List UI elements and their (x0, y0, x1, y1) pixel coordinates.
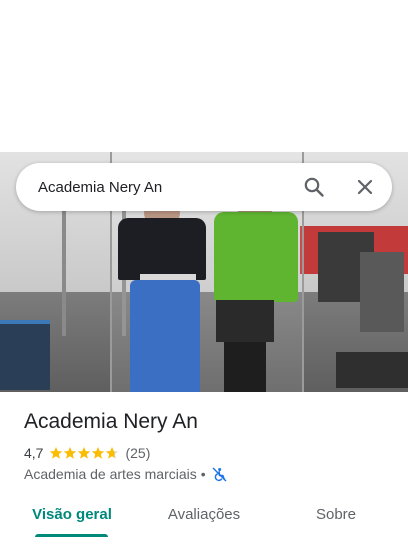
blank-area (0, 0, 408, 152)
photo-machine-2 (360, 252, 404, 332)
photo-bench (0, 320, 50, 390)
search-icon (304, 177, 324, 197)
tab-overview[interactable]: Visão geral (24, 496, 120, 532)
person-shirt (214, 212, 298, 302)
photo-person-right (214, 198, 298, 392)
place-tabs: Visão geral Avaliações Sobre (0, 496, 408, 544)
close-icon (357, 179, 373, 195)
star-icon (64, 447, 77, 459)
separator: • (200, 466, 206, 482)
search-bar[interactable] (16, 163, 392, 211)
category-row: Academia de artes marciais • (24, 465, 227, 483)
search-input[interactable] (38, 175, 288, 199)
star-icon (50, 447, 63, 459)
wheelchair-not-accessible-icon (212, 467, 226, 481)
tab-about[interactable]: Sobre (296, 496, 376, 532)
tab-reviews[interactable]: Avaliações (156, 496, 252, 532)
rating-row[interactable]: 4,7 (25) (24, 444, 150, 462)
photo-person-left (112, 198, 212, 392)
clear-search-button[interactable] (353, 175, 377, 199)
star-icon (92, 447, 105, 459)
review-count[interactable]: (25) (125, 445, 150, 461)
rating-stars (49, 446, 119, 460)
person-legs (224, 342, 266, 392)
search-button[interactable] (302, 175, 326, 199)
person-belt (140, 274, 196, 280)
place-title: Academia Nery An (24, 410, 198, 433)
person-shorts (216, 300, 274, 342)
person-torso (118, 218, 206, 280)
place-category: Academia de artes marciais (24, 466, 197, 482)
photo-dumbbell (336, 352, 408, 388)
person-legs (130, 280, 200, 392)
active-tab-indicator (35, 534, 108, 537)
rating-value: 4,7 (24, 445, 44, 461)
star-icon (78, 447, 91, 459)
star-icon (106, 447, 119, 459)
